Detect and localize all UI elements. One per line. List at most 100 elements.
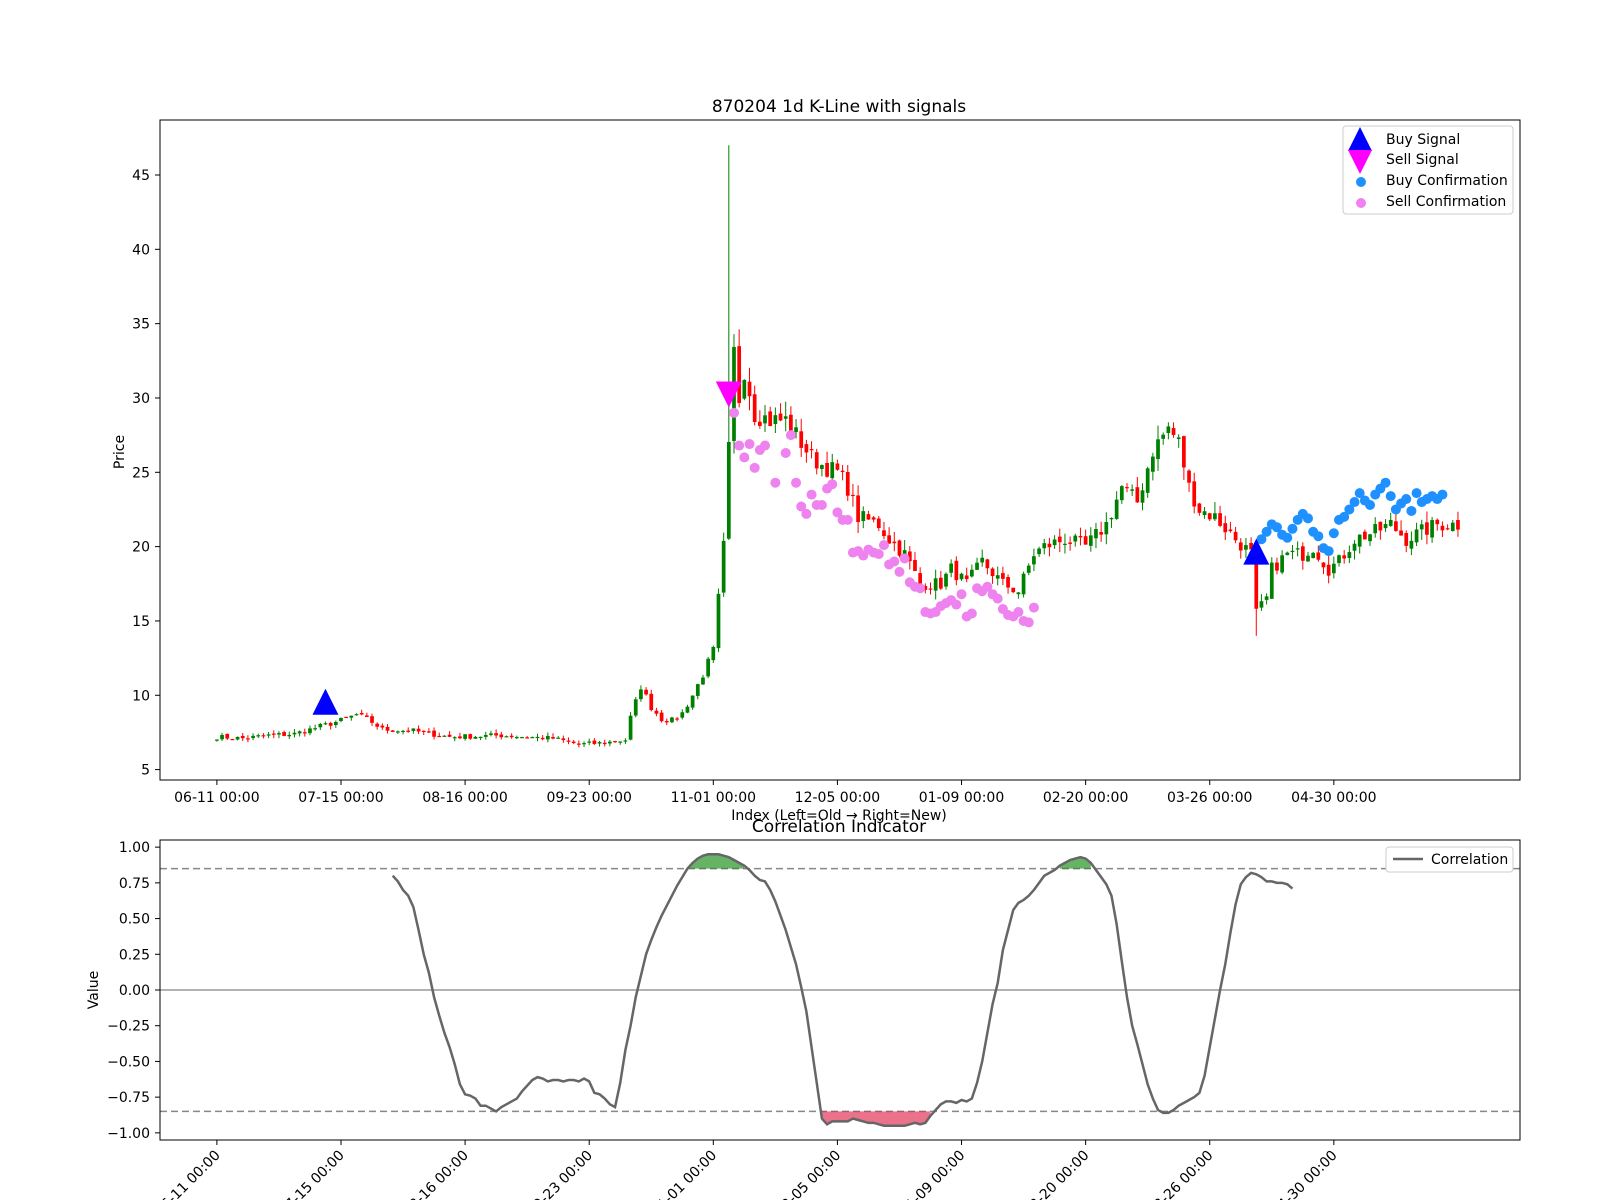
- candle-up: [1352, 543, 1357, 551]
- candle-up: [1145, 468, 1150, 493]
- sell-confirmation-point: [889, 556, 900, 567]
- correlation-y-tick-label: 0.25: [119, 947, 150, 963]
- candle-up: [1140, 490, 1145, 503]
- candle-down: [954, 560, 959, 581]
- candle-down: [985, 559, 990, 569]
- correlation-y-tick-label: 0.75: [119, 876, 150, 892]
- candle-up: [949, 563, 954, 573]
- candle-up: [959, 573, 964, 580]
- candle-up: [597, 742, 602, 744]
- candle-down: [649, 693, 654, 711]
- candle-down: [571, 741, 576, 744]
- candle-down: [437, 735, 442, 738]
- correlation-y-axis-label: Value: [86, 971, 102, 1009]
- candle-up: [820, 465, 824, 469]
- candle-up: [701, 677, 705, 685]
- candle-down: [835, 463, 840, 470]
- candle-up: [1150, 456, 1155, 472]
- candle-up: [711, 646, 716, 661]
- candle-down: [1326, 564, 1331, 576]
- candle-up: [1109, 517, 1114, 520]
- sell-confirmation-point: [992, 593, 1003, 604]
- sell-confirmation-point: [749, 462, 760, 473]
- candle-up: [1021, 573, 1026, 595]
- sell-confirmation-point: [728, 407, 739, 418]
- candle-up: [726, 441, 731, 539]
- candle-up: [716, 593, 721, 649]
- candle-down: [913, 559, 917, 571]
- kline-y-tick-label: 10: [132, 688, 150, 704]
- legend-buy-confirmation: Buy Confirmation: [1386, 173, 1508, 189]
- candle-down: [1011, 587, 1016, 593]
- buy-confirmation-point: [1406, 505, 1417, 516]
- correlation-x-tick-label: 12-05 00:00: [772, 1148, 844, 1200]
- legend-buy-signal: Buy Signal: [1386, 132, 1460, 148]
- candlestick-series: [215, 145, 1460, 748]
- correlation-y-tick-label: −1.00: [107, 1126, 150, 1142]
- candle-up: [535, 736, 540, 739]
- candle-up: [794, 427, 798, 433]
- kline-x-tick-label: 02-20 00:00: [1043, 790, 1128, 806]
- candle-down: [561, 738, 566, 741]
- buy-confirmation-point: [1328, 528, 1339, 539]
- candle-up: [442, 735, 447, 737]
- correlation-y-tick-label: 0.00: [119, 983, 150, 999]
- candle-up: [1130, 489, 1135, 491]
- correlation-legend: Correlation: [1385, 846, 1514, 873]
- candle-up: [975, 562, 979, 570]
- sell-confirmation-point: [744, 439, 755, 450]
- candle-up: [277, 733, 281, 735]
- candle-up: [608, 741, 612, 744]
- candle-up: [587, 741, 592, 743]
- candle-up: [773, 415, 778, 424]
- candle-up: [1052, 539, 1057, 546]
- candle-down: [882, 530, 886, 537]
- candle-up: [1295, 548, 1300, 550]
- candle-up: [1176, 437, 1181, 440]
- sell-confirmation-point: [780, 447, 791, 458]
- candle-down: [1363, 531, 1367, 540]
- candle-down: [1275, 562, 1279, 571]
- candle-up: [1450, 522, 1455, 532]
- buy-confirmation-point: [1401, 494, 1412, 505]
- candle-up: [463, 734, 467, 739]
- kline-y-tick-label: 20: [132, 540, 150, 556]
- buy-confirmation-point: [1323, 546, 1334, 557]
- candle-up: [1337, 555, 1341, 564]
- candle-down: [1440, 525, 1445, 531]
- candle-down: [876, 518, 881, 529]
- candle-down: [928, 588, 933, 590]
- candle-up: [1259, 601, 1264, 608]
- candle-down: [804, 444, 809, 453]
- correlation-panel: Correlation Indicator Value 1.00 0.75 0.50…: [86, 817, 1521, 1200]
- candle-up: [1094, 529, 1098, 539]
- candle-down: [551, 736, 555, 739]
- kline-title: 870204 1d K-Line with signals: [712, 97, 966, 117]
- candle-down: [644, 689, 648, 695]
- candle-down: [840, 470, 845, 473]
- sell-confirmation-point: [760, 440, 771, 451]
- candle-up: [514, 737, 519, 739]
- candle-up: [354, 714, 359, 716]
- sell-confirmation-legend-marker: [1356, 198, 1366, 208]
- kline-y-tick-label: 40: [132, 242, 150, 258]
- candle-up: [861, 511, 866, 522]
- candle-up: [1311, 552, 1316, 559]
- correlation-x-tick-label: 07-15 00:00: [276, 1148, 348, 1200]
- candle-down: [1233, 531, 1238, 541]
- confirmation-points: [728, 407, 1448, 628]
- candle-up: [763, 415, 767, 424]
- candle-down: [494, 733, 498, 736]
- kline-x-tick-label: 04-30 00:00: [1291, 790, 1376, 806]
- candle-up: [1104, 522, 1109, 535]
- candle-down: [768, 411, 773, 426]
- kline-y-tick-label: 45: [132, 168, 150, 184]
- candle-up: [1383, 524, 1388, 529]
- candle-down: [1006, 577, 1010, 588]
- candle-down: [1078, 535, 1083, 538]
- candle-up: [308, 728, 312, 734]
- correlation-y-tick-label: −0.25: [107, 1019, 150, 1035]
- candle-up: [623, 740, 628, 742]
- candle-up: [685, 706, 690, 713]
- candle-up: [235, 736, 240, 740]
